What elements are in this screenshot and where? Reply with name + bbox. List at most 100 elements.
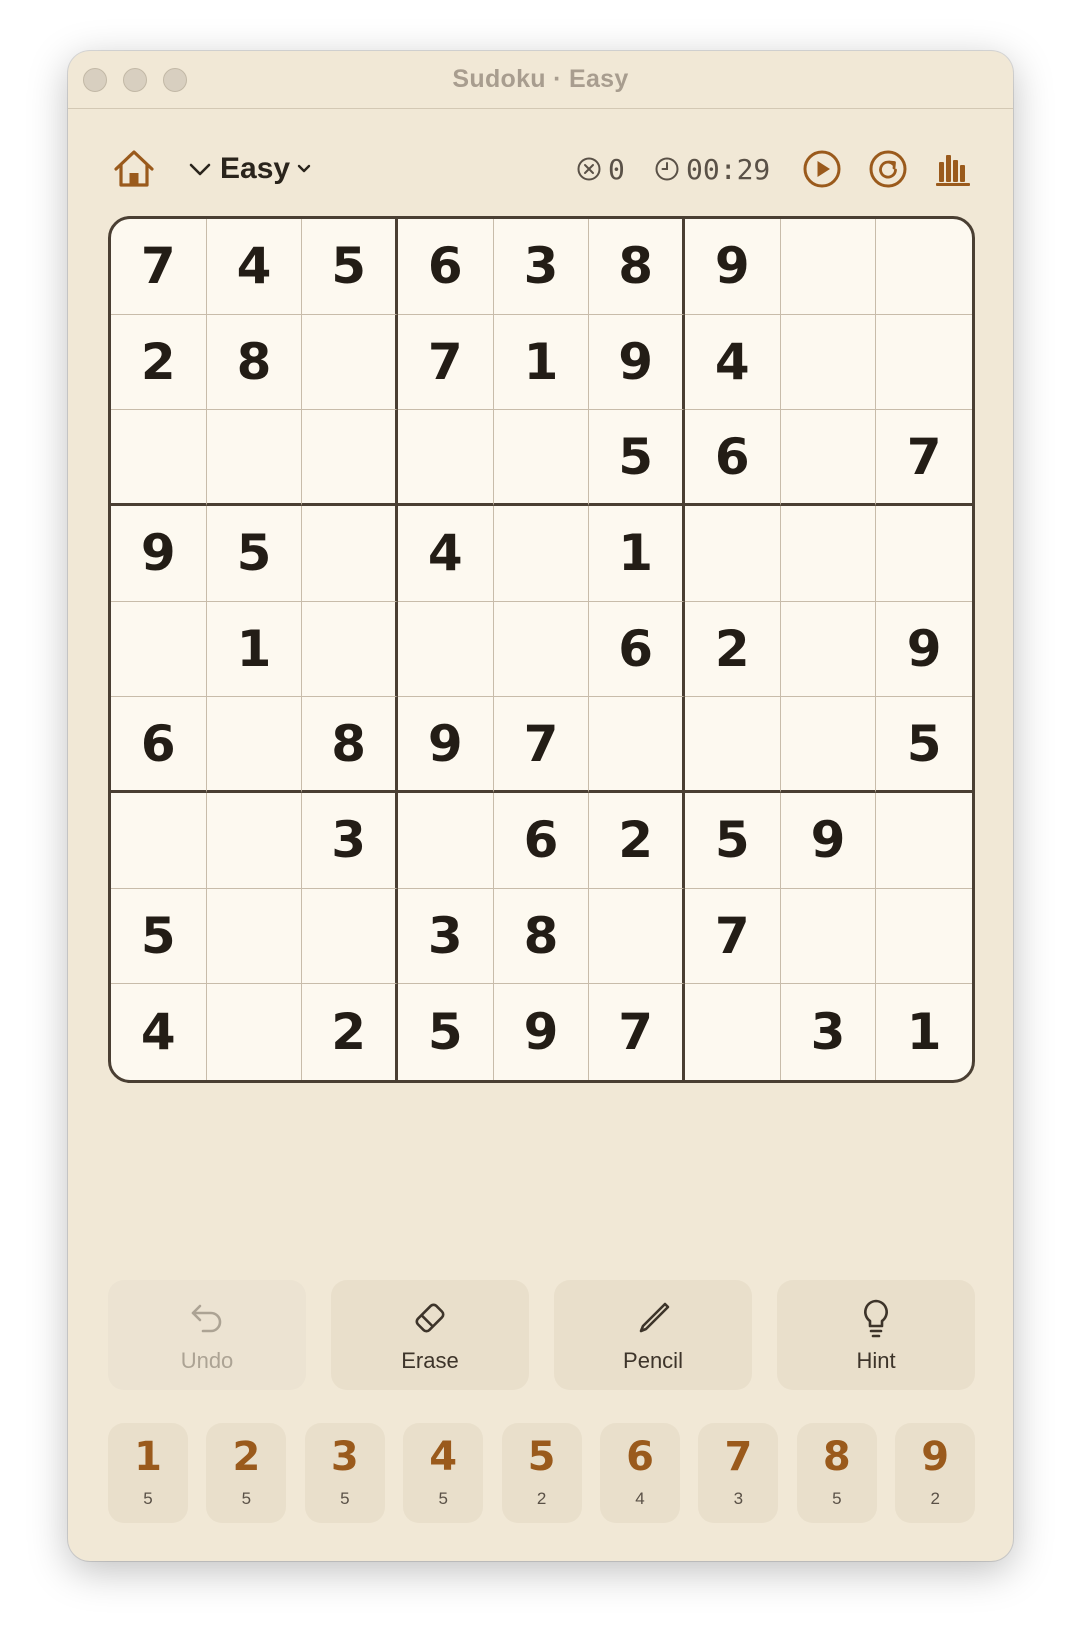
sudoku-cell[interactable] (493, 601, 590, 698)
sudoku-cell[interactable] (111, 792, 207, 889)
sudoku-cell[interactable] (397, 601, 494, 698)
sudoku-cell[interactable]: 7 (876, 410, 972, 506)
sudoku-cell[interactable]: 9 (397, 697, 494, 793)
sudoku-cell[interactable]: 7 (111, 219, 207, 315)
sudoku-cell[interactable]: 2 (111, 314, 207, 411)
sudoku-cell[interactable]: 3 (397, 888, 494, 985)
sudoku-cell[interactable] (876, 793, 972, 889)
difficulty-selector[interactable]: Easy (188, 147, 312, 191)
home-button[interactable] (110, 145, 158, 193)
number-button-5[interactable]: 52 (501, 1423, 582, 1523)
sudoku-cell[interactable]: 4 (111, 984, 207, 1080)
sudoku-cell[interactable]: 7 (684, 888, 781, 985)
pencil-button[interactable]: Pencil (554, 1280, 752, 1390)
sudoku-cell[interactable] (302, 888, 398, 985)
sudoku-cell[interactable]: 4 (397, 505, 494, 602)
sudoku-cell[interactable]: 2 (684, 601, 781, 698)
sudoku-cell[interactable]: 9 (494, 984, 590, 1080)
sudoku-cell[interactable] (302, 314, 398, 411)
sudoku-cell[interactable]: 7 (589, 984, 685, 1080)
sudoku-cell[interactable]: 5 (206, 505, 303, 602)
sudoku-cell[interactable]: 3 (781, 984, 877, 1080)
sudoku-cell[interactable] (780, 888, 877, 985)
sudoku-cell[interactable]: 9 (111, 505, 207, 602)
number-digit: 8 (822, 1434, 851, 1480)
sudoku-cell[interactable]: 1 (876, 984, 972, 1080)
sudoku-cell[interactable] (493, 410, 590, 506)
sudoku-cell[interactable]: 8 (206, 314, 303, 411)
sudoku-cell[interactable]: 1 (589, 505, 685, 602)
sudoku-cell[interactable]: 5 (111, 888, 207, 985)
sudoku-cell[interactable] (302, 601, 398, 698)
sudoku-cell[interactable]: 4 (206, 219, 303, 315)
sudoku-cell[interactable] (876, 889, 972, 985)
sudoku-cell[interactable]: 8 (302, 697, 398, 793)
sudoku-cell[interactable]: 8 (493, 888, 590, 985)
sudoku-cell[interactable]: 6 (397, 219, 494, 315)
sudoku-cell[interactable] (206, 888, 303, 985)
number-button-8[interactable]: 85 (796, 1423, 877, 1523)
sudoku-cell[interactable]: 7 (397, 314, 494, 411)
number-button-1[interactable]: 15 (108, 1423, 188, 1523)
sudoku-cell[interactable] (589, 888, 685, 985)
sudoku-cell[interactable]: 2 (302, 984, 398, 1080)
sudoku-cell[interactable] (206, 410, 303, 506)
play-button[interactable] (800, 147, 844, 191)
sudoku-cell[interactable] (206, 697, 303, 793)
sudoku-cell[interactable]: 6 (684, 410, 781, 506)
sudoku-cell[interactable] (780, 697, 877, 793)
sudoku-cell[interactable]: 8 (589, 219, 685, 315)
sudoku-cell[interactable] (876, 315, 972, 411)
sudoku-cell[interactable] (684, 697, 781, 793)
sudoku-cell[interactable]: 5 (398, 984, 494, 1080)
sudoku-cell[interactable]: 9 (684, 219, 781, 315)
sudoku-cell[interactable] (206, 792, 303, 889)
sudoku-cell[interactable] (780, 219, 877, 315)
sudoku-cell[interactable] (397, 792, 494, 889)
sudoku-cell[interactable] (589, 697, 685, 793)
number-button-3[interactable]: 35 (304, 1423, 385, 1523)
sudoku-cell[interactable] (302, 505, 398, 602)
sudoku-cell[interactable] (780, 505, 877, 602)
sudoku-cell[interactable] (493, 505, 590, 602)
statistics-button[interactable] (934, 149, 974, 189)
sudoku-cell[interactable]: 6 (589, 601, 685, 698)
sudoku-cell[interactable] (684, 505, 781, 602)
sudoku-cell[interactable] (876, 219, 972, 315)
sudoku-cell[interactable]: 4 (684, 314, 781, 411)
sudoku-cell[interactable] (111, 410, 207, 506)
sudoku-cell[interactable]: 9 (589, 314, 685, 411)
sudoku-cell[interactable] (111, 601, 207, 698)
sudoku-cell[interactable]: 5 (302, 219, 398, 315)
sudoku-cell[interactable]: 1 (206, 601, 303, 698)
number-button-2[interactable]: 25 (206, 1423, 287, 1523)
number-button-6[interactable]: 64 (600, 1423, 680, 1523)
sudoku-cell[interactable]: 9 (780, 792, 877, 889)
sudoku-cell[interactable] (876, 506, 972, 602)
hint-button[interactable]: Hint (777, 1280, 975, 1390)
restart-button[interactable] (866, 147, 910, 191)
undo-button[interactable]: Undo (108, 1280, 306, 1390)
number-button-4[interactable]: 45 (403, 1423, 484, 1523)
number-button-7[interactable]: 73 (698, 1423, 779, 1523)
sudoku-cell[interactable] (207, 984, 303, 1080)
sudoku-cell[interactable]: 3 (302, 792, 398, 889)
sudoku-cell[interactable]: 9 (876, 602, 972, 698)
sudoku-cell[interactable]: 6 (493, 792, 590, 889)
sudoku-cell[interactable]: 7 (493, 697, 590, 793)
sudoku-cell[interactable]: 5 (684, 792, 781, 889)
sudoku-cell[interactable]: 5 (589, 410, 685, 506)
number-button-9[interactable]: 92 (895, 1423, 976, 1523)
sudoku-cell[interactable]: 3 (493, 219, 590, 315)
sudoku-cell[interactable] (397, 410, 494, 506)
sudoku-cell[interactable] (685, 984, 781, 1080)
sudoku-cell[interactable] (780, 601, 877, 698)
sudoku-cell[interactable] (302, 410, 398, 506)
sudoku-cell[interactable]: 2 (589, 792, 685, 889)
erase-button[interactable]: Erase (331, 1280, 529, 1390)
sudoku-cell[interactable] (780, 314, 877, 411)
sudoku-cell[interactable]: 6 (111, 697, 207, 793)
sudoku-cell[interactable] (780, 410, 877, 506)
sudoku-cell[interactable]: 1 (493, 314, 590, 411)
sudoku-cell[interactable]: 5 (876, 697, 972, 793)
